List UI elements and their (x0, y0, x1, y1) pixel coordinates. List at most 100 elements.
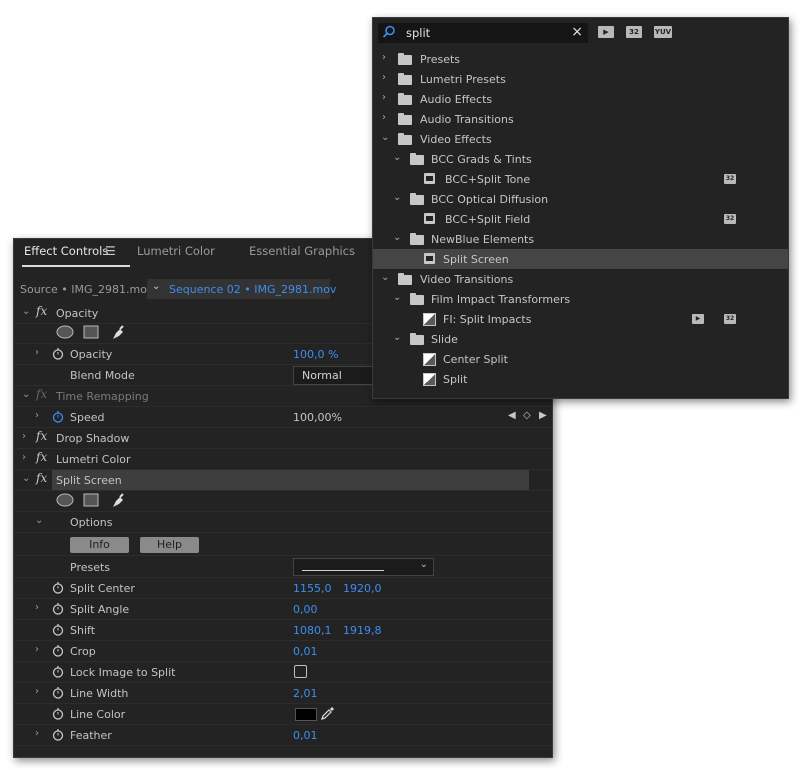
chevron-down-icon[interactable]: ⌄ (393, 292, 401, 303)
split-center-x-value[interactable]: 1155,0 (293, 582, 332, 595)
chevron-down-icon[interactable]: ⌄ (381, 272, 389, 283)
split-center-y-value[interactable]: 1920,0 (343, 582, 382, 595)
tree-item-split[interactable]: Split (373, 369, 788, 389)
chevron-down-icon[interactable]: ⌄ (381, 132, 389, 143)
active-tab-indicator (22, 265, 130, 267)
tree-item-video-transitions[interactable]: ⌄ Video Transitions (373, 269, 788, 289)
rectangle-mask-icon[interactable] (83, 325, 99, 339)
effects-search-box[interactable]: split × (378, 23, 588, 43)
tree-item-lumetri-presets[interactable]: › Lumetri Presets (373, 69, 788, 89)
chevron-right-icon[interactable]: › (382, 52, 386, 63)
chevron-right-icon[interactable]: › (35, 644, 39, 655)
stopwatch-icon[interactable] (52, 623, 64, 636)
chevron-down-icon[interactable]: ⌄ (393, 232, 401, 243)
chevron-down-icon[interactable]: ⌄ (393, 332, 401, 343)
lumetri-color-header[interactable]: › fx Lumetri Color (14, 449, 552, 470)
speed-value[interactable]: 100,00% (293, 411, 342, 424)
eyedropper-icon[interactable] (320, 705, 336, 721)
split-screen-header[interactable]: ⌄ fx Split Screen (14, 470, 552, 491)
stopwatch-icon[interactable] (52, 728, 64, 741)
chevron-right-icon[interactable]: › (35, 347, 39, 358)
chevron-right-icon[interactable]: › (22, 452, 26, 463)
chevron-right-icon[interactable]: › (382, 72, 386, 83)
stopwatch-icon[interactable] (52, 665, 64, 678)
tree-item-fi-split-impacts[interactable]: FI: Split Impacts ▶ 32 (373, 309, 788, 329)
tree-item-center-split[interactable]: Center Split (373, 349, 788, 369)
shift-y-value[interactable]: 1919,8 (343, 624, 382, 637)
fx-icon[interactable]: fx (36, 450, 47, 464)
32-bit-icon[interactable]: 32 (626, 26, 642, 38)
source-label[interactable]: Source • IMG_2981.mov (20, 283, 153, 296)
chevron-down-icon[interactable]: ⌄ (393, 152, 401, 163)
stopwatch-icon[interactable] (52, 581, 64, 594)
tree-item-bcc-split-field[interactable]: BCC+Split Field 32 (373, 209, 788, 229)
split-angle-value[interactable]: 0,00 (293, 603, 318, 616)
next-keyframe-icon[interactable]: ▶ (539, 410, 547, 421)
tree-item-presets[interactable]: › Presets (373, 49, 788, 69)
feather-value[interactable]: 0,01 (293, 729, 318, 742)
pen-mask-icon[interactable] (110, 325, 126, 341)
stopwatch-icon[interactable] (52, 644, 64, 657)
stopwatch-active-icon[interactable] (52, 410, 64, 423)
chevron-right-icon[interactable]: › (382, 92, 386, 103)
clear-search-icon[interactable]: × (571, 24, 583, 40)
chevron-right-icon[interactable]: › (35, 686, 39, 697)
pen-mask-icon[interactable] (110, 493, 126, 509)
opacity-value[interactable]: 100,0 % (293, 348, 338, 361)
blend-mode-select[interactable]: Normal (293, 366, 380, 385)
help-button[interactable]: Help (140, 537, 199, 553)
accelerated-effects-icon[interactable]: ▶ (598, 26, 614, 38)
chevron-down-icon[interactable]: ⌄ (393, 192, 401, 203)
chevron-right-icon[interactable]: › (35, 728, 39, 739)
tab-lumetri-color[interactable]: Lumetri Color (137, 244, 215, 258)
presets-select[interactable]: ⌄ (293, 558, 434, 576)
ellipse-mask-icon[interactable] (56, 325, 74, 339)
stopwatch-icon[interactable] (52, 686, 64, 699)
chevron-right-icon[interactable]: › (35, 410, 39, 421)
folder-icon (398, 113, 412, 125)
tree-item-split-screen[interactable]: Split Screen (373, 249, 788, 269)
yuv-icon[interactable]: YUV (654, 26, 672, 38)
tree-item-bcc-optical-diffusion[interactable]: ⌄ BCC Optical Diffusion (373, 189, 788, 209)
chevron-right-icon[interactable]: › (382, 112, 386, 123)
fx-icon[interactable]: fx (36, 471, 47, 485)
chevron-down-icon[interactable]: ⌄ (22, 473, 30, 484)
info-button[interactable]: Info (70, 537, 129, 553)
chevron-right-icon[interactable]: › (35, 602, 39, 613)
prev-keyframe-icon[interactable]: ◀ (508, 410, 516, 421)
chevron-down-icon[interactable]: ⌄ (22, 306, 30, 317)
rectangle-mask-icon[interactable] (83, 493, 99, 507)
options-row[interactable]: ⌄ Options (14, 512, 552, 533)
ellipse-mask-icon[interactable] (56, 493, 74, 507)
line-color-swatch[interactable] (295, 708, 317, 721)
tree-item-bcc-grads-tints[interactable]: ⌄ BCC Grads & Tints (373, 149, 788, 169)
drop-shadow-header[interactable]: › fx Drop Shadow (14, 428, 552, 449)
fx-icon[interactable]: fx (36, 304, 47, 318)
hamburger-menu-icon[interactable]: ☰ (105, 244, 116, 258)
lock-image-checkbox[interactable] (294, 665, 307, 678)
chevron-right-icon[interactable]: › (22, 431, 26, 442)
tree-item-newblue-elements[interactable]: ⌄ NewBlue Elements (373, 229, 788, 249)
tree-item-bcc-split-tone[interactable]: BCC+Split Tone 32 (373, 169, 788, 189)
tab-effect-controls[interactable]: Effect Controls (24, 244, 108, 258)
tab-essential-graphics[interactable]: Essential Graphics (249, 244, 355, 258)
chevron-down-icon[interactable]: ⌄ (35, 515, 43, 526)
tree-item-slide[interactable]: ⌄ Slide (373, 329, 788, 349)
add-keyframe-icon[interactable]: ◇ (523, 410, 531, 421)
line-width-value[interactable]: 2,01 (293, 687, 318, 700)
feather-row: › Feather 0,01 (14, 725, 552, 746)
tree-item-film-impact-transformers[interactable]: ⌄ Film Impact Transformers (373, 289, 788, 309)
fx-icon[interactable]: fx (36, 429, 47, 443)
tree-item-audio-transitions[interactable]: › Audio Transitions (373, 109, 788, 129)
shift-x-value[interactable]: 1080,1 (293, 624, 332, 637)
stopwatch-icon[interactable] (52, 707, 64, 720)
preset-folder-icon (398, 73, 412, 85)
search-input[interactable]: split (406, 26, 430, 40)
sequence-selector[interactable]: ⌄ Sequence 02 • IMG_2981.mov (147, 279, 336, 299)
tree-item-audio-effects[interactable]: › Audio Effects (373, 89, 788, 109)
crop-value[interactable]: 0,01 (293, 645, 318, 658)
chevron-down-icon[interactable]: ⌄ (22, 389, 30, 400)
tree-item-video-effects[interactable]: ⌄ Video Effects (373, 129, 788, 149)
stopwatch-icon[interactable] (52, 347, 64, 360)
stopwatch-icon[interactable] (52, 602, 64, 615)
